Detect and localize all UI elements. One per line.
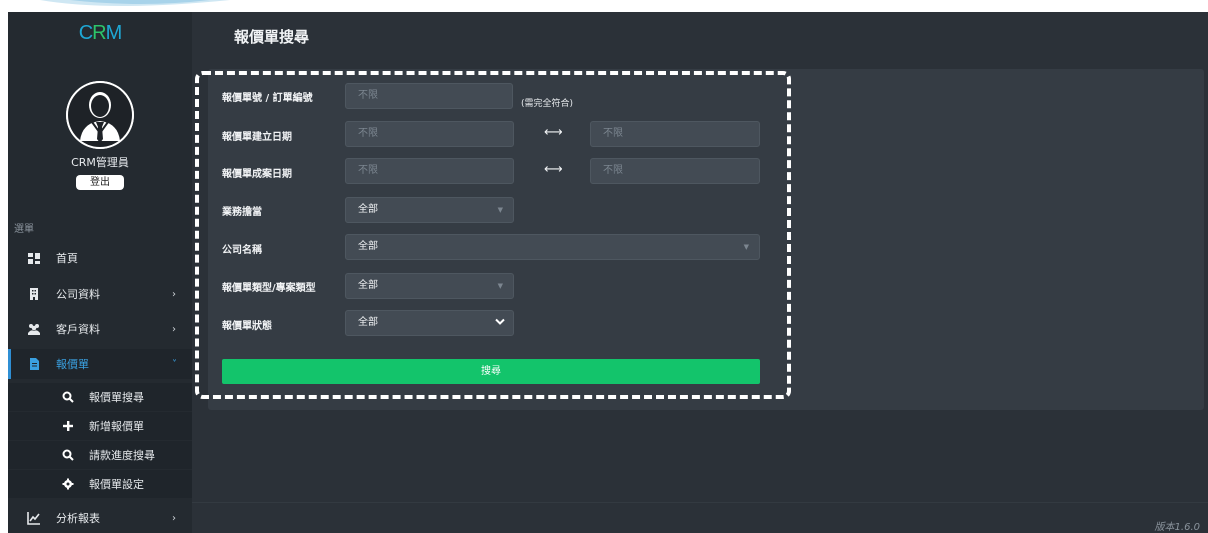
users-icon (28, 324, 40, 335)
sidebar: CRM CRM管理員 登出 選單 首頁 公司資料 › 客戶資料 › 報價單 ˅ … (8, 12, 192, 533)
chevron-down-icon: ˅ (172, 358, 177, 370)
header-divider (192, 62, 1208, 63)
closed-date-label: 報價單成案日期 (222, 169, 292, 180)
closed-date-to-input[interactable]: 不限 (590, 158, 760, 184)
sidebar-item-customers[interactable]: 客戶資料 › (8, 314, 192, 344)
chevron-right-icon: › (172, 288, 176, 300)
sidebar-item-label: 公司資料 (56, 288, 100, 301)
sidebar-item-label: 報價單 (56, 358, 89, 371)
sales-select-value: 全部 (358, 204, 378, 215)
avatar (66, 81, 134, 149)
sidebar-item-label: 分析報表 (56, 512, 100, 525)
sidebar-item-label: 客戶資料 (56, 323, 100, 336)
search-button[interactable]: 搜尋 (222, 359, 760, 384)
quote-type-label: 報價單類型/專案類型 (222, 283, 316, 294)
app-logo[interactable]: CRM (8, 22, 192, 45)
file-icon (30, 358, 39, 370)
sidebar-item-analytics[interactable]: 分析報表 › (8, 503, 192, 533)
caret-down-icon: ▼ (497, 282, 503, 290)
app-window: CRM CRM管理員 登出 選單 首頁 公司資料 › 客戶資料 › 報價單 ˅ … (8, 12, 1208, 533)
sales-label: 業務擔當 (222, 207, 262, 218)
footer-divider (192, 502, 1208, 503)
closed-date-from-input[interactable]: 不限 (345, 158, 514, 184)
chart-icon (27, 512, 40, 525)
company-select[interactable]: 全部 ▼ (345, 234, 760, 260)
gear-icon (62, 478, 74, 490)
status-select[interactable]: 全部 (345, 310, 514, 336)
version-label: 版本1.6.0 (1154, 522, 1200, 533)
exact-match-hint: (需完全符合) (521, 99, 574, 109)
status-select-value: 全部 (358, 317, 378, 328)
created-date-to-input[interactable]: 不限 (590, 121, 760, 147)
page-title: 報價單搜尋 (234, 28, 310, 46)
chevron-right-icon: › (172, 323, 176, 335)
caret-down-icon: ▼ (743, 243, 749, 251)
sidebar-subitem-quote-settings[interactable]: 報價單設定 (8, 470, 192, 498)
date-range-arrow-icon: ⟷ (544, 162, 563, 177)
sidebar-subitem-payment-search[interactable]: 請款進度搜尋 (8, 441, 192, 469)
sidebar-subitem-label: 報價單設定 (89, 478, 144, 491)
created-date-from-input[interactable]: 不限 (345, 121, 514, 147)
company-label: 公司名稱 (222, 245, 262, 256)
sidebar-subitem-new-quote[interactable]: 新增報價單 (8, 412, 192, 440)
building-icon (30, 288, 38, 300)
sidebar-item-home[interactable]: 首頁 (8, 243, 192, 273)
quote-type-select-value: 全部 (358, 280, 378, 291)
sidebar-subitem-quote-search[interactable]: 報價單搜尋 (8, 383, 192, 411)
quote-number-label: 報價單號 / 訂單編號 (222, 93, 313, 104)
sales-select[interactable]: 全部 ▼ (345, 197, 514, 223)
created-date-label: 報價單建立日期 (222, 132, 292, 143)
status-label: 報價單狀態 (222, 321, 272, 332)
menu-caption: 選單 (14, 224, 34, 235)
dashboard-icon (28, 253, 40, 264)
sidebar-item-quotes[interactable]: 報價單 ˅ (8, 349, 192, 379)
logout-button[interactable]: 登出 (76, 175, 124, 190)
chevron-right-icon: › (172, 512, 176, 524)
date-range-arrow-icon: ⟷ (544, 125, 563, 140)
search-icon (62, 391, 74, 403)
user-name: CRM管理員 (71, 156, 129, 169)
sidebar-item-company[interactable]: 公司資料 › (8, 279, 192, 309)
active-indicator (8, 349, 11, 379)
caret-down-icon: ▼ (497, 206, 503, 214)
sidebar-subitem-label: 請款進度搜尋 (89, 449, 155, 462)
sidebar-subitem-label: 新增報價單 (89, 420, 144, 433)
quote-type-select[interactable]: 全部 ▼ (345, 273, 514, 299)
chevron-down-icon (495, 318, 505, 325)
plus-icon (63, 421, 73, 431)
company-select-value: 全部 (358, 241, 378, 252)
sidebar-subitem-label: 報價單搜尋 (89, 391, 144, 404)
user-avatar-icon (66, 81, 134, 149)
quote-number-input[interactable]: 不限 (345, 83, 513, 109)
sidebar-item-label: 首頁 (56, 252, 78, 265)
top-decoration (0, 0, 1208, 12)
search-icon (62, 449, 74, 461)
